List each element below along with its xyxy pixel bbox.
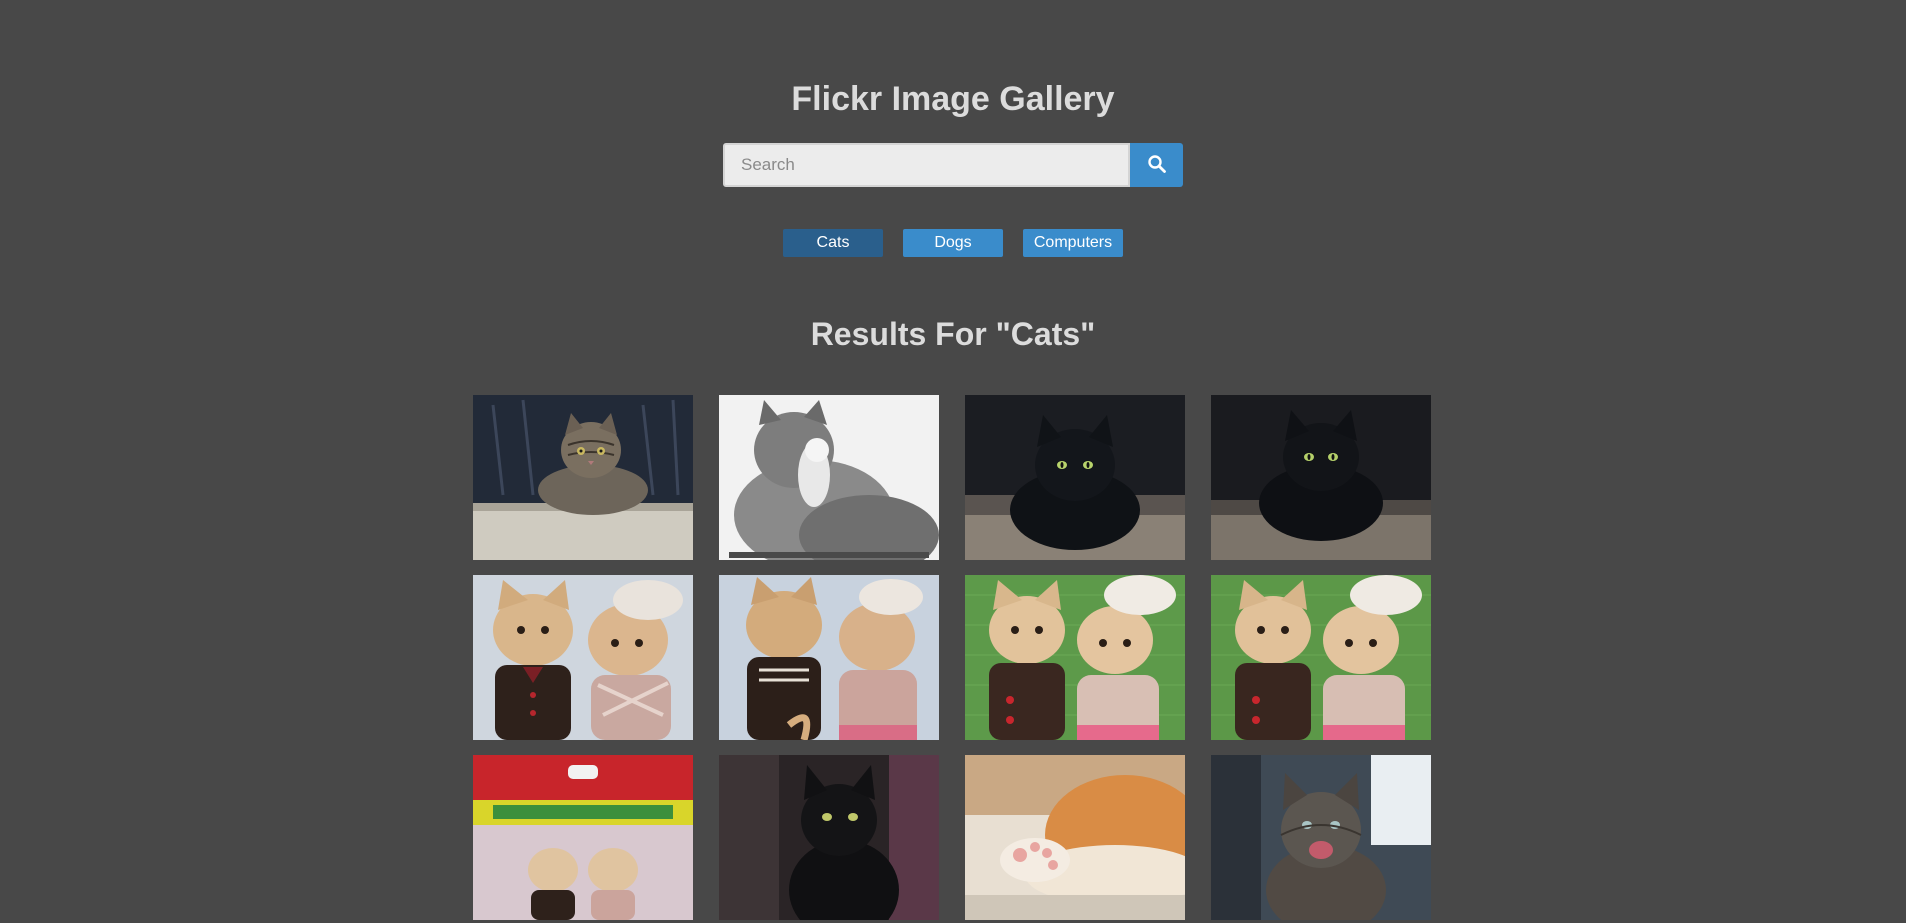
gallery-photo-black-cat[interactable]	[965, 395, 1185, 560]
search-icon	[1147, 154, 1167, 177]
category-nav: Cats Dogs Computers	[0, 229, 1906, 257]
page-title: Flickr Image Gallery	[791, 80, 1115, 118]
search-button[interactable]	[1130, 143, 1183, 187]
gallery-photo-tabby-cat[interactable]	[473, 395, 693, 560]
gallery-photo-black-cat-2[interactable]	[1211, 395, 1431, 560]
gallery-photo-toy-cats[interactable]	[473, 575, 693, 740]
nav-button-cats[interactable]: Cats	[783, 229, 883, 257]
gallery-photo-toy-box[interactable]	[473, 755, 693, 920]
gallery-photo-orange-cat-paws[interactable]	[965, 755, 1185, 920]
gallery-photo-grayscale-cat[interactable]	[719, 395, 939, 560]
results-title: Results For "Cats"	[810, 316, 1096, 352]
gallery-photo-toy-cats-back[interactable]	[719, 575, 939, 740]
nav-button-dogs[interactable]: Dogs	[903, 229, 1003, 257]
search-form	[723, 143, 1183, 187]
gallery-photo-black-cat-portrait[interactable]	[719, 755, 939, 920]
gallery-photo-tabby-cat-yawning[interactable]	[1211, 755, 1431, 920]
search-input[interactable]	[723, 143, 1130, 187]
gallery-photo-toy-cats-green-2[interactable]	[1211, 575, 1431, 740]
page: Flickr Image Gallery Cats Dogs Computers…	[0, 0, 1906, 923]
photo-gallery	[473, 395, 1433, 920]
nav-button-computers[interactable]: Computers	[1023, 229, 1123, 257]
gallery-photo-toy-cats-green[interactable]	[965, 575, 1185, 740]
